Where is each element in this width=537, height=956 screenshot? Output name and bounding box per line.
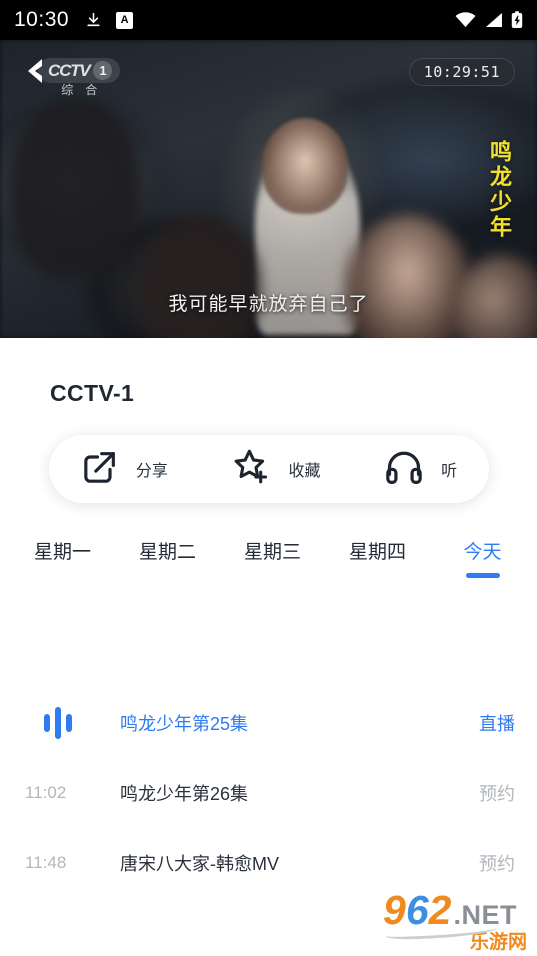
headphones-icon [383, 447, 425, 492]
video-subject-head [262, 118, 348, 214]
wifi-icon [455, 12, 476, 28]
video-foreground-figure-left [140, 215, 260, 338]
listen-label: 听 [441, 463, 458, 480]
broadcast-clock: 10:29:51 [408, 58, 515, 86]
equalizer-playing-icon [25, 707, 93, 739]
status-bar: 10:30 A [0, 0, 537, 40]
channel-logo-number: 1 [93, 61, 113, 80]
equalizer-bar [44, 714, 50, 732]
video-subtitle-text: 我可能早就放弃自己了 [168, 294, 369, 315]
tab-today[interactable]: 今天 [430, 537, 535, 578]
video-background-figure [10, 100, 140, 280]
tab-label: 今天 [463, 542, 502, 563]
program-time: 11:48 [25, 853, 67, 872]
tab-wednesday[interactable]: 星期三 [220, 537, 325, 578]
tab-label: 星期三 [243, 542, 301, 563]
tab-label: 星期一 [33, 542, 91, 563]
program-schedule-list: 鸣龙少年第25集 直播 11:02 鸣龙少年第26集 预约 11:48 唐宋八大… [0, 688, 537, 898]
favorite-button[interactable]: 收藏 [226, 446, 324, 493]
tab-thursday[interactable]: 星期四 [325, 537, 430, 578]
reserve-button[interactable]: 预约 [479, 780, 515, 806]
star-plus-icon [230, 446, 272, 493]
watermark-swoosh [384, 923, 498, 941]
cellular-signal-icon [484, 12, 503, 28]
status-bar-notification-icons: A [85, 11, 134, 29]
tab-label: 星期四 [348, 542, 406, 563]
favorite-label: 收藏 [288, 463, 321, 480]
channel-logo-brand: CCTV [48, 61, 91, 80]
live-badge[interactable]: 直播 [479, 710, 515, 736]
page-title: CCTV-1 [50, 380, 135, 406]
tab-monday[interactable]: 星期一 [10, 537, 115, 578]
action-bar: 分享 收藏 听 [48, 435, 489, 503]
listen-button[interactable]: 听 [379, 447, 461, 492]
video-player[interactable]: CCTV 1 综合 10:29:51 鸣龙少年 我可能早就放弃自己了 [0, 40, 537, 338]
share-button[interactable]: 分享 [76, 447, 172, 492]
program-name: 鸣龙少年第26集 [120, 784, 249, 804]
watermark-suffix: .NET [453, 900, 517, 930]
download-icon [85, 11, 102, 29]
table-row[interactable]: 11:48 唐宋八大家-韩愈MV 预约 [0, 828, 537, 898]
day-tab-bar: 星期一 星期二 星期三 星期四 今天 明天 [0, 537, 537, 578]
battery-charging-icon [511, 11, 523, 29]
share-label: 分享 [135, 463, 168, 480]
table-row[interactable]: 鸣龙少年第25集 直播 [0, 688, 537, 758]
equalizer-bar [66, 714, 72, 732]
back-button[interactable] [18, 56, 52, 90]
reserve-button[interactable]: 预约 [479, 850, 515, 876]
table-row[interactable]: 11:02 鸣龙少年第26集 预约 [0, 758, 537, 828]
equalizer-bar [55, 707, 61, 739]
program-time: 11:02 [25, 783, 67, 802]
a-badge-icon: A [116, 11, 134, 29]
tab-tuesday[interactable]: 星期二 [115, 537, 220, 578]
status-bar-clock: 10:30 [14, 8, 70, 31]
share-external-link-icon [80, 447, 120, 492]
channel-logo-subtitle: 综合 [61, 83, 110, 97]
tab-label: 星期二 [138, 542, 196, 563]
tab-active-underline [465, 573, 500, 578]
program-name: 鸣龙少年第25集 [120, 714, 249, 734]
status-bar-system-icons [455, 11, 523, 29]
program-name: 唐宋八大家-韩愈MV [120, 854, 279, 874]
program-title-calligraphy: 鸣龙少年 [486, 140, 512, 240]
back-chevron-icon [22, 57, 48, 90]
watermark-chinese-name: 乐游网 [469, 932, 527, 953]
site-watermark: 9 6 2 .NET 乐游网 [383, 890, 531, 954]
